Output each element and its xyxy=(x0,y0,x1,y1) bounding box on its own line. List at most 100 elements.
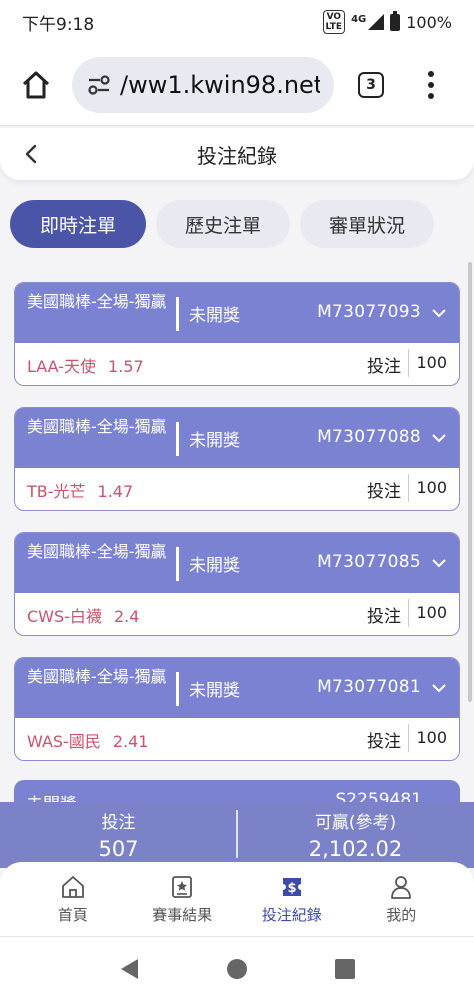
bet-card[interactable]: 美國職棒-全場-獨贏 未開獎 M73077093 LAA-天使 1.57 投注 1… xyxy=(14,282,460,386)
total-bet-label: 投注 xyxy=(101,813,136,833)
tab-history-bets[interactable]: 歷史注單 xyxy=(156,200,290,248)
bottom-nav: 首頁 賽事結果 $ 投注紀錄 我的 xyxy=(0,862,474,936)
bet-amount: 100 xyxy=(416,603,447,622)
divider xyxy=(176,547,179,581)
bet-card[interactable]: 美國職棒-全場-獨贏 未開獎 M73077085 CWS-白襪 2.4 投注 10… xyxy=(14,532,460,636)
bet-card-header[interactable]: 美國職棒-全場-獨贏 未開獎 M73077085 xyxy=(15,533,459,593)
user-icon xyxy=(391,875,412,899)
nav-bet-records[interactable]: $ 投注紀錄 xyxy=(242,874,342,925)
divider xyxy=(176,672,179,706)
bet-category: 美國職棒-全場-獨贏 xyxy=(27,292,167,311)
total-bet: 投注 507 xyxy=(0,802,237,868)
bet-amount-label: 投注 xyxy=(367,732,401,752)
address-bar[interactable]: /ww1.kwin98.net xyxy=(72,56,334,113)
back-icon[interactable] xyxy=(18,140,46,168)
bet-category: 美國職棒-全場-獨贏 xyxy=(27,417,167,436)
star-book-icon xyxy=(172,875,193,898)
bet-card-header[interactable]: 美國職棒-全場-獨贏 未開獎 M73077088 xyxy=(15,408,459,468)
signal-icon xyxy=(368,14,385,30)
status-icons: VO LTE 4G 100% xyxy=(322,10,452,34)
bet-amount: 100 xyxy=(416,728,447,747)
bet-card-body: WAS-國民 2.41 投注 100 xyxy=(15,718,459,760)
bet-odds: 1.57 xyxy=(108,357,144,376)
svg-text:$: $ xyxy=(287,881,296,896)
tab-live-bets[interactable]: 即時注單 xyxy=(10,200,146,248)
battery-level: 100% xyxy=(406,12,452,32)
browser-menu-button[interactable] xyxy=(426,70,436,99)
chevron-down-icon[interactable] xyxy=(431,680,447,696)
tab-review-status[interactable]: 審單狀況 xyxy=(300,200,434,248)
page-header: 投注紀錄 xyxy=(0,128,474,180)
bet-list[interactable]: 美國職棒-全場-獨贏 未開獎 M73077093 LAA-天使 1.57 投注 1… xyxy=(0,262,474,802)
bet-card[interactable]: 美國職棒-全場-獨贏 未開獎 M73077081 WAS-國民 2.41 投注 1… xyxy=(14,657,460,761)
bet-status: 未開獎 xyxy=(189,556,240,576)
bet-selection: TB-光芒 1.47 xyxy=(27,482,134,501)
bet-selection: LAA-天使 1.57 xyxy=(27,357,144,376)
url-text: /ww1.kwin98.net xyxy=(120,70,320,99)
divider xyxy=(408,599,409,627)
bet-id: S2259481 xyxy=(335,790,422,802)
battery-icon xyxy=(390,10,401,31)
nav-bet-records-label: 投注紀錄 xyxy=(261,905,322,924)
browser-toolbar: /ww1.kwin98.net 3 xyxy=(0,44,474,126)
bet-id: M73077093 xyxy=(317,302,421,322)
bet-id: M73077088 xyxy=(317,427,421,447)
bet-status: 未開獎 xyxy=(189,431,240,451)
bet-card-header[interactable]: 美國職棒-全場-獨贏 未開獎 M73077093 xyxy=(15,283,459,343)
home-icon xyxy=(22,71,50,98)
network-type: 4G xyxy=(351,14,367,25)
bet-odds: 2.41 xyxy=(112,732,149,751)
recents-square-icon[interactable] xyxy=(334,958,356,980)
home-circle-icon[interactable] xyxy=(226,958,248,980)
bet-selection: WAS-國民 2.41 xyxy=(27,732,149,751)
bet-amount-label: 投注 xyxy=(367,607,401,627)
status-time: 下午9:18 xyxy=(22,14,95,35)
nav-profile[interactable]: 我的 xyxy=(351,874,451,925)
nav-home[interactable]: 首頁 xyxy=(23,874,123,925)
bet-status: 未開獎 xyxy=(26,790,77,802)
page-title: 投注紀錄 xyxy=(197,143,277,168)
divider xyxy=(408,724,409,752)
chevron-down-icon[interactable] xyxy=(431,555,447,571)
list-scrollbar[interactable] xyxy=(468,262,472,702)
bet-category: 美國職棒-全場-獨贏 xyxy=(27,667,167,686)
divider xyxy=(176,422,179,456)
volte-icon: VO LTE xyxy=(322,10,346,34)
system-nav-bar xyxy=(0,936,474,1000)
bet-id: M73077085 xyxy=(317,552,421,572)
chevron-down-icon[interactable] xyxy=(431,305,447,321)
back-triangle-icon[interactable] xyxy=(118,957,140,981)
total-bet-value: 507 xyxy=(98,837,139,861)
status-bar: 下午9:18 VO LTE 4G 100% xyxy=(0,0,474,44)
bet-card-partial[interactable]: 未開獎 S2259481 xyxy=(14,780,460,802)
potential-win-label: 可贏(參考) xyxy=(314,813,397,833)
bet-card-body: CWS-白襪 2.4 投注 100 xyxy=(15,593,459,635)
nav-results[interactable]: 賽事結果 xyxy=(132,874,232,925)
site-settings-icon[interactable] xyxy=(86,72,112,98)
bet-summary: 投注 507 可贏(參考) 2,102.02 xyxy=(0,802,474,868)
bet-odds: 2.4 xyxy=(113,607,140,626)
nav-results-label: 賽事結果 xyxy=(152,905,213,924)
divider xyxy=(176,297,179,331)
bet-odds: 1.47 xyxy=(97,482,134,501)
dollar-ticket-icon: $ xyxy=(282,877,301,896)
bet-category: 美國職棒-全場-獨贏 xyxy=(27,542,167,561)
bet-selection: CWS-白襪 2.4 xyxy=(27,607,140,626)
bet-card[interactable]: 美國職棒-全場-獨贏 未開獎 M73077088 TB-光芒 1.47 投注 10… xyxy=(14,407,460,511)
nav-home-label: 首頁 xyxy=(57,905,88,924)
bet-amount: 100 xyxy=(416,353,447,372)
bet-status: 未開獎 xyxy=(189,681,240,701)
home-icon xyxy=(61,875,84,898)
bet-status: 未開獎 xyxy=(189,306,240,326)
potential-win: 可贏(參考) 2,102.02 xyxy=(237,802,474,868)
bet-amount-label: 投注 xyxy=(367,482,401,502)
nav-profile-label: 我的 xyxy=(386,905,417,924)
browser-home-button[interactable] xyxy=(14,63,58,107)
bet-card-header[interactable]: 美國職棒-全場-獨贏 未開獎 M73077081 xyxy=(15,658,459,718)
bet-amount: 100 xyxy=(416,478,447,497)
bet-card-body: LAA-天使 1.57 投注 100 xyxy=(15,343,459,385)
chevron-down-icon[interactable] xyxy=(431,430,447,446)
tab-switcher-button[interactable]: 3 xyxy=(358,71,384,98)
divider xyxy=(408,474,409,502)
bet-amount-label: 投注 xyxy=(367,357,401,377)
